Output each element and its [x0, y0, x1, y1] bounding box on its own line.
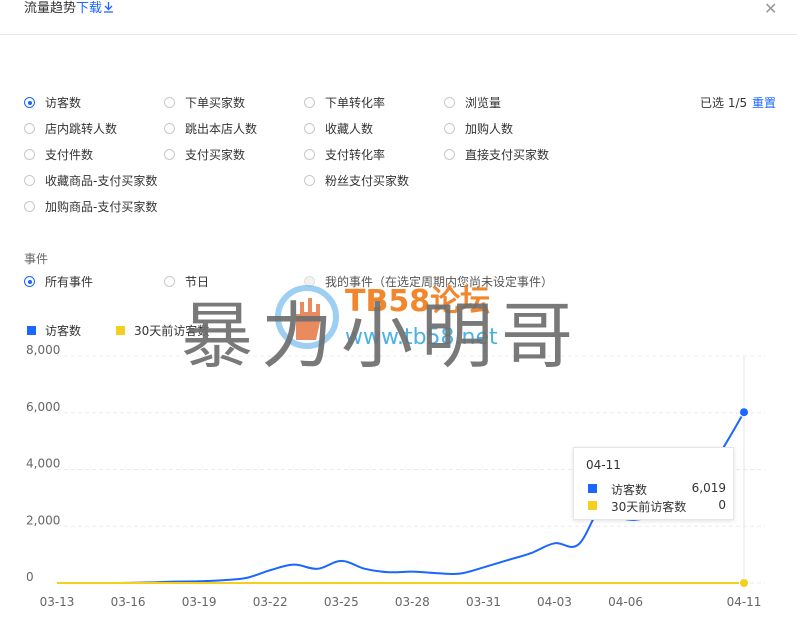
legend-swatch [27, 326, 36, 335]
metric-radio[interactable] [164, 97, 175, 108]
metric-radio[interactable] [164, 149, 175, 160]
event-radio[interactable] [164, 276, 175, 287]
metric-option-label: 支付件数 [45, 148, 94, 162]
metric-option-label: 加购人数 [465, 122, 514, 136]
legend-swatch [116, 326, 125, 335]
title-text: 流量趋势 [24, 1, 77, 16]
metric-radio[interactable] [304, 97, 315, 108]
chart-tooltip: 04-11 访客数 6,019 30天前访客数 0 [573, 447, 734, 520]
download-label[interactable]: 下载 [76, 1, 102, 16]
y-tick-label: 0 [26, 570, 34, 584]
selected-count: 已选 1/5 [700, 96, 748, 110]
metric-radio[interactable] [444, 123, 455, 134]
events-label: 事件 [24, 252, 49, 266]
metric-radio[interactable] [24, 97, 35, 108]
metric-option-label: 加购商品-支付买家数 [45, 200, 158, 214]
y-tick-label: 4,000 [26, 457, 60, 471]
metric-radio[interactable] [304, 123, 315, 134]
tooltip-row: 30天前访客数 0 [586, 498, 726, 514]
x-tick-label: 04-06 [608, 595, 643, 609]
dialog-title: 流量趋势下载 [24, 0, 114, 18]
tooltip-value: 0 [718, 498, 726, 512]
metric-option-label: 浏览量 [465, 96, 502, 110]
metric-radio[interactable] [24, 149, 35, 160]
metric-radio[interactable] [304, 149, 315, 160]
download-icon[interactable] [103, 1, 114, 13]
tooltip-value: 6,019 [691, 481, 726, 495]
metric-radio[interactable] [444, 149, 455, 160]
download-link[interactable]: 下载 [76, 1, 114, 16]
metric-radio[interactable] [304, 175, 315, 186]
tooltip-swatch [588, 484, 597, 493]
event-option-label: 节日 [185, 275, 210, 289]
metric-option-label: 跳出本店人数 [185, 122, 258, 136]
metric-option-label: 直接支付买家数 [465, 148, 550, 162]
dialog-header: 流量趋势下载 ✕ [0, 0, 797, 35]
metric-radio[interactable] [164, 123, 175, 134]
metric-option-label: 下单买家数 [185, 96, 246, 110]
metric-radio[interactable] [24, 123, 35, 134]
metric-radio[interactable] [444, 97, 455, 108]
x-tick-label: 04-11 [727, 595, 762, 609]
event-radio[interactable] [24, 276, 35, 287]
x-tick-label: 03-31 [466, 595, 501, 609]
y-tick-label: 6,000 [26, 400, 60, 414]
x-tick-label: 03-13 [40, 595, 75, 609]
x-tick-label: 03-25 [324, 595, 359, 609]
metric-option-label: 粉丝支付买家数 [325, 174, 410, 188]
y-tick-label: 2,000 [26, 513, 60, 527]
tooltip-series-name: 访客数 [611, 483, 648, 497]
metric-option-label: 店内跳转人数 [45, 122, 118, 136]
y-tick-label: 8,000 [26, 343, 60, 357]
data-point-marker [739, 407, 749, 418]
tooltip-date: 04-11 [586, 458, 621, 472]
close-icon[interactable]: ✕ [764, 1, 777, 17]
x-tick-label: 03-22 [253, 595, 288, 609]
metric-option-label: 访客数 [45, 96, 82, 110]
watermark-text: 暴力小明哥 [181, 294, 582, 378]
tooltip-swatch [588, 501, 597, 510]
x-tick-label: 03-16 [111, 595, 146, 609]
metric-radio[interactable] [24, 201, 35, 212]
metric-option-label: 收藏人数 [325, 122, 374, 136]
x-tick-label: 04-03 [537, 595, 572, 609]
metric-option-label: 下单转化率 [325, 96, 386, 110]
metric-option-label: 收藏商品-支付买家数 [45, 174, 158, 188]
event-option-label: 所有事件 [45, 275, 94, 289]
legend-label: 访客数 [45, 324, 82, 338]
x-tick-label: 03-28 [395, 595, 430, 609]
metric-radio[interactable] [24, 175, 35, 186]
metric-option-label: 支付转化率 [325, 148, 386, 162]
x-tick-label: 03-19 [182, 595, 217, 609]
tooltip-series-name: 30天前访客数 [611, 500, 687, 514]
metric-option-label: 支付买家数 [185, 148, 246, 162]
reset-button[interactable]: 重置 [752, 96, 776, 110]
data-point-marker [739, 578, 749, 588]
tooltip-row: 访客数 6,019 [586, 481, 726, 497]
